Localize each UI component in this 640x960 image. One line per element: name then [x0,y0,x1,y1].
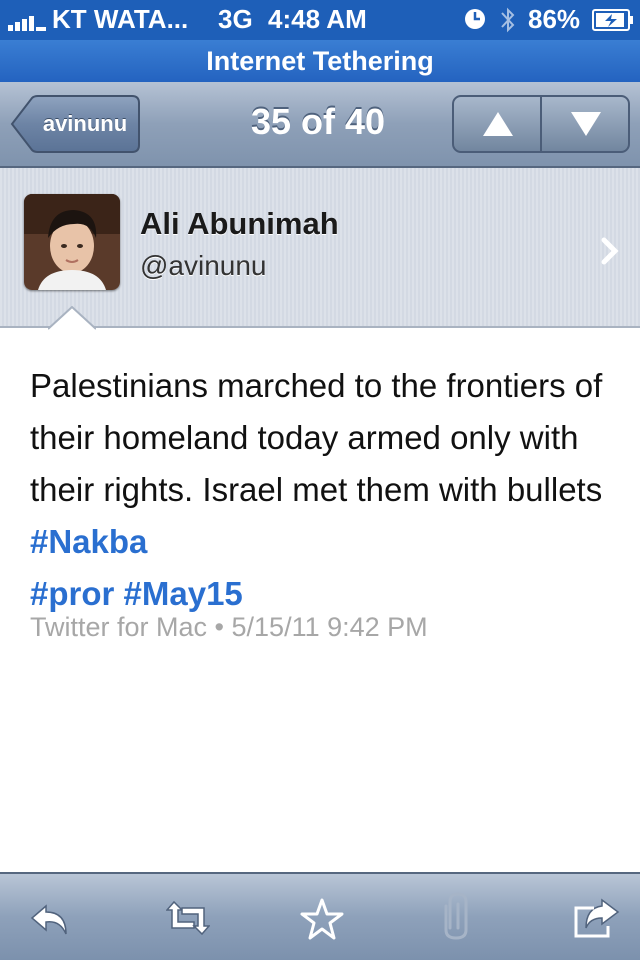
retweet-icon [166,900,210,936]
tweet-pager [452,95,630,153]
attachment-icon [444,892,468,940]
tweet-text-content: Palestinians marched to the frontiers of… [30,367,603,508]
profile-handle: @avinunu [140,250,267,281]
back-button[interactable]: avinunu [10,95,140,153]
favorite-star-icon [300,898,344,940]
navigation-bar: avinunu 35 of 40 [0,82,640,168]
back-button-label: avinunu [42,111,128,136]
battery-charging-icon [592,9,633,31]
battery-percentage: 86% [528,4,581,34]
tethering-banner[interactable]: Internet Tethering [0,40,640,82]
meta-separator: • [214,612,224,642]
reply-button[interactable] [10,874,90,960]
status-bar: KT WATA... 3G 4:48 AM 86% [0,0,640,40]
reply-icon [30,904,67,935]
status-time: 4:48 AM [268,4,367,34]
chevron-right-icon [601,237,619,265]
next-tweet-button[interactable] [542,97,628,151]
tweet-text: Palestinians marched to the frontiers of… [30,360,620,620]
share-icon [574,898,620,938]
avatar[interactable] [24,194,120,290]
tweet-timestamp: 5/15/11 9:42 PM [231,612,428,642]
network-type: 3G [218,4,253,34]
profile-name: Ali Abunimah [140,206,339,241]
share-button[interactable] [552,874,632,960]
callout-pointer [48,306,96,330]
profile-header[interactable]: Ali Abunimah @avinunu [0,168,640,328]
hashtag-link[interactable]: #Nakba [30,523,147,560]
signal-icon [8,16,46,31]
clock-icon [465,9,485,29]
attachment-button[interactable] [416,874,496,960]
previous-tweet-button[interactable] [454,97,542,151]
bottom-toolbar [0,872,640,960]
retweet-button[interactable] [146,874,226,960]
hashtag-link[interactable]: #May15 [124,575,243,612]
up-arrow-icon [483,112,513,136]
bluetooth-icon [501,7,515,33]
favorite-button[interactable] [280,874,360,960]
tweet-source: Twitter for Mac [30,612,208,642]
tweet-meta: Twitter for Mac • 5/15/11 9:42 PM [30,612,428,643]
page-title: 35 of 40 [250,101,386,142]
tethering-label: Internet Tethering [206,46,434,76]
hashtag-link[interactable]: #pror [30,575,114,612]
down-arrow-icon [571,112,601,136]
carrier-name: KT WATA... [52,4,189,34]
